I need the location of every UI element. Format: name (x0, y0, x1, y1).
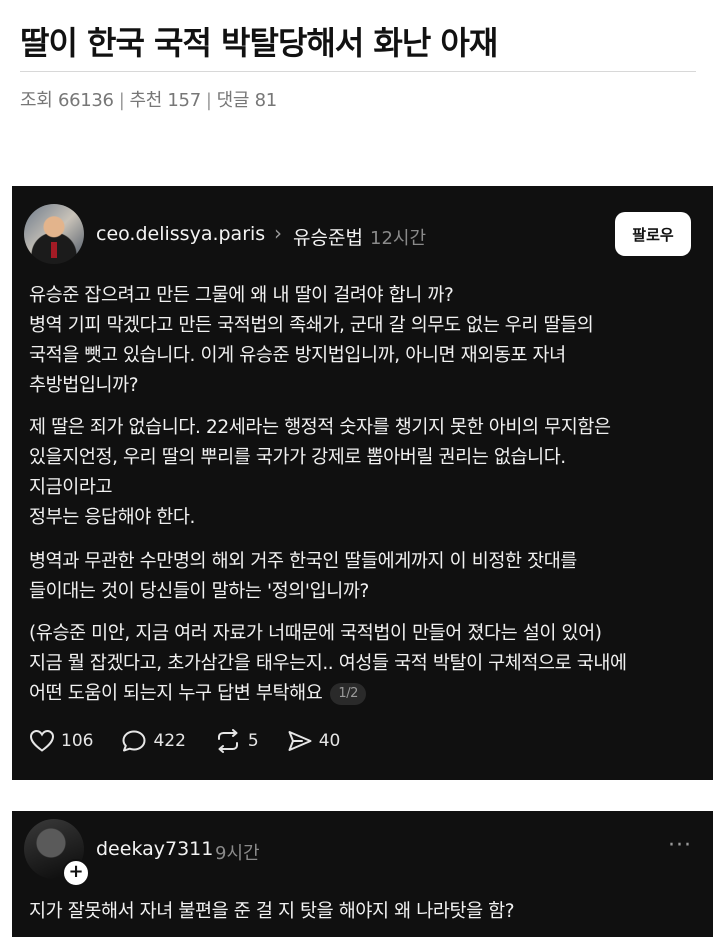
text-line: 정부는 응답해야 한다. (29, 507, 196, 528)
more-options-icon[interactable]: ··· (668, 833, 692, 858)
text-line: 지금 뭘 잡겠다고, 초가삼간을 태우는지.. 여성들 국적 박탈이 구체적으로… (29, 653, 627, 674)
threads-reply-screenshot: + deekay7311 9시간 ··· 지가 잘못해서 자녀 불편을 준 걸 … (12, 811, 713, 937)
like-button[interactable]: 106 (29, 729, 93, 753)
follow-button[interactable]: 팔로우 (615, 212, 691, 256)
text-line: (유승준 미안, 지금 여러 자료가 너때문에 국적법이 만들어 졌다는 설이 … (29, 623, 602, 644)
avatar[interactable] (24, 204, 84, 264)
comments-count[interactable]: 댓글 81 (217, 90, 278, 111)
text-line: 들이대는 것이 당신들이 말하는 '정의'입니까? (29, 581, 369, 602)
share-button[interactable]: 40 (287, 729, 341, 753)
text-line: 국적을 뺏고 있습니다. 이게 유승준 방지법입니까, 아니면 재외동포 자녀 (29, 345, 566, 366)
username[interactable]: deekay7311 (96, 838, 213, 860)
repost-button[interactable]: 5 (214, 729, 259, 753)
text-line: 있을지언정, 우리 딸의 뿌리를 국가가 강제로 뽑아버릴 권리는 없습니다. (29, 447, 566, 468)
page: 딸이 한국 국적 박탈당해서 화난 아재 조회 66136 | 추천 157 | 댓글 … (0, 0, 714, 937)
text-line-last: 어떤 도움이 되는지 누구 답변 부탁해요 1/2 (29, 679, 699, 709)
views-count: 조회 66136 (20, 90, 114, 111)
comment-icon (122, 730, 146, 752)
repost-count: 5 (247, 731, 259, 751)
post-time: 12시간 (370, 228, 427, 249)
heart-icon (29, 729, 55, 752)
threads-post-screenshot: ceo.delissya.paris › 유승준법 12시간 팔로우 유승준 잡… (12, 186, 713, 780)
share-icon (288, 731, 312, 751)
reply-time: 9시간 (215, 843, 260, 864)
title-divider (20, 71, 696, 72)
text-line: 어떤 도움이 되는지 누구 답변 부탁해요 (29, 683, 323, 704)
comment-button[interactable]: 422 (121, 729, 186, 753)
avatar-tie-detail (51, 242, 57, 258)
meta-separator: | (118, 90, 125, 111)
post-paragraph: 유승준 잡으려고 만든 그물에 왜 내 딸이 걸려야 합니 까? 병역 기피 막… (29, 281, 699, 401)
text-line: 제 딸은 죄가 없습니다. 22세라는 행정적 숫자를 챙기지 못한 아비의 무… (29, 417, 611, 438)
like-count: 106 (61, 731, 94, 751)
reply-text: 지가 잘못해서 자녀 불편을 준 걸 지 탓을 해야지 왜 나라탓을 함? (29, 901, 515, 922)
topic-tag[interactable]: 유승준법 (293, 223, 363, 250)
recommend-count: 추천 157 (129, 90, 201, 111)
post-paragraph: 병역과 무관한 수만명의 해외 거주 한국인 딸들에게까지 이 비정한 잣대를 … (29, 547, 699, 607)
chevron-right-icon: › (274, 221, 282, 245)
share-count: 40 (318, 731, 341, 751)
page-indicator: 1/2 (330, 683, 367, 705)
post-title: 딸이 한국 국적 박탈당해서 화난 아재 (20, 24, 498, 62)
username[interactable]: ceo.delissya.paris (96, 223, 265, 245)
text-line: 유승준 잡으려고 만든 그물에 왜 내 딸이 걸려야 합니 까? (29, 285, 454, 306)
post-paragraph: (유승준 미안, 지금 여러 자료가 너때문에 국적법이 만들어 졌다는 설이 … (29, 619, 699, 709)
meta-separator: | (205, 90, 212, 111)
text-line: 병역 기피 막겠다고 만든 국적법의 족쇄가, 군대 갈 의무도 없는 우리 딸… (29, 315, 594, 336)
text-line: 병역과 무관한 수만명의 해외 거주 한국인 딸들에게까지 이 비정한 잣대를 (29, 551, 577, 572)
post-meta: 조회 66136 | 추천 157 | 댓글 81 (20, 86, 277, 112)
text-line: 추방법입니까? (29, 375, 139, 396)
comment-count: 422 (153, 731, 186, 751)
action-bar: 106 422 5 40 (29, 726, 368, 756)
follow-plus-icon[interactable]: + (62, 859, 90, 887)
text-line: 지금이라고 (29, 477, 113, 498)
post-paragraph: 제 딸은 죄가 없습니다. 22세라는 행정적 숫자를 챙기지 못한 아비의 무… (29, 413, 699, 533)
repost-icon (217, 729, 238, 753)
